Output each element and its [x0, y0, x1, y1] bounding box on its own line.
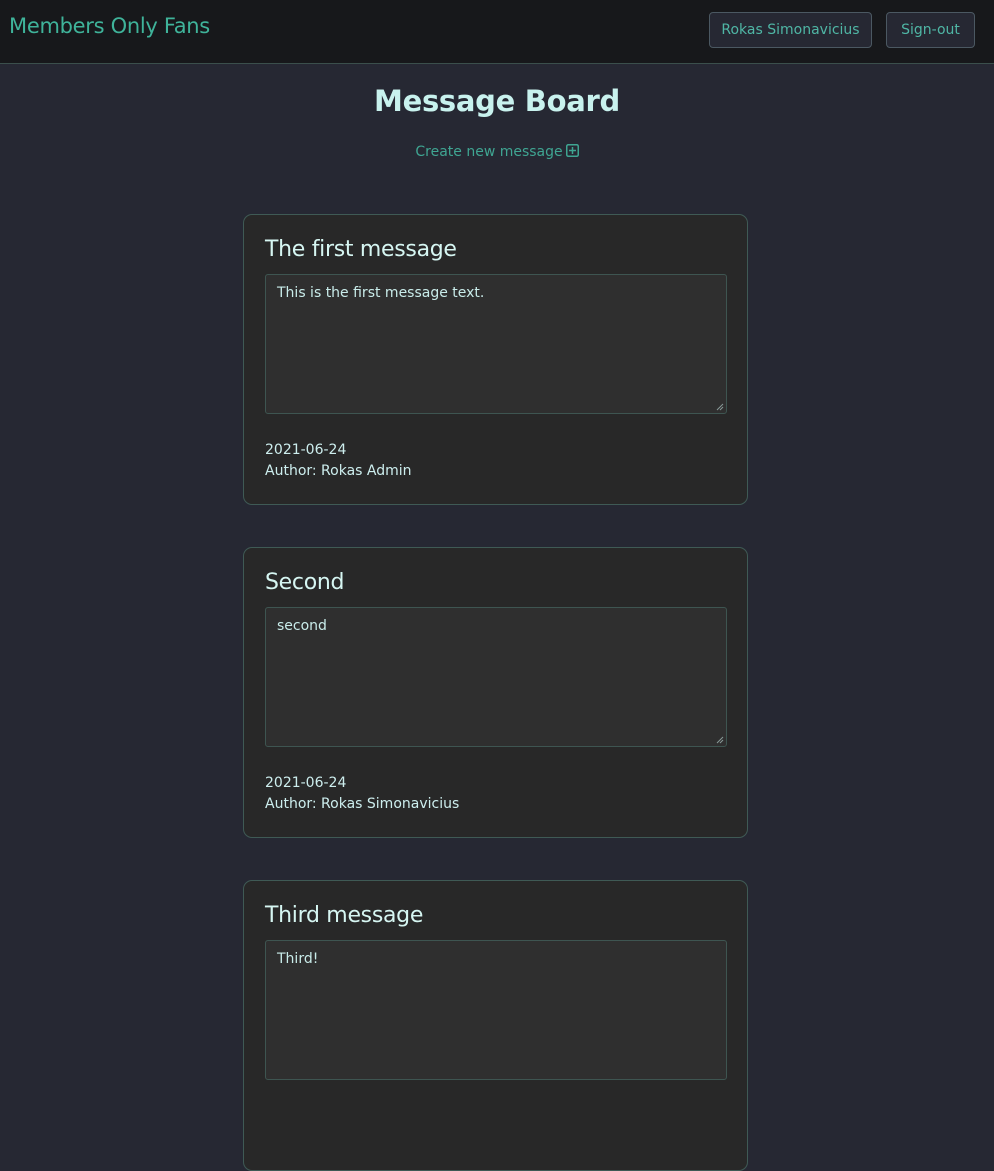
message-date: 2021-06-24: [265, 442, 347, 458]
message-body-text: second: [277, 618, 327, 634]
navbar: Members Only Fans Rokas Simonavicius Sig…: [0, 0, 994, 64]
user-profile-button[interactable]: Rokas Simonavicius: [709, 12, 872, 48]
resize-handle-icon[interactable]: [716, 736, 724, 744]
message-body-textarea[interactable]: Third!: [265, 940, 727, 1080]
message-body-textarea[interactable]: This is the first message text.: [265, 274, 727, 414]
message-author: Author: Rokas Simonavicius: [265, 796, 460, 812]
message-title: The first message: [265, 237, 457, 262]
message-card: Third message Third!: [243, 880, 748, 1171]
plus-square-icon: [565, 144, 579, 157]
message-card: The first message This is the first mess…: [243, 214, 748, 505]
message-author: Author: Rokas Admin: [265, 463, 412, 479]
message-body-textarea[interactable]: second: [265, 607, 727, 747]
resize-handle-icon[interactable]: [716, 403, 724, 411]
brand-logo[interactable]: Members Only Fans: [9, 14, 210, 38]
message-title: Second: [265, 570, 345, 595]
message-title: Third message: [265, 903, 424, 928]
sign-out-button[interactable]: Sign-out: [886, 12, 975, 48]
create-message-label: Create new message: [415, 144, 563, 160]
message-card: Second second 2021-06-24 Author: Rokas S…: [243, 547, 748, 838]
page-title: Message Board: [374, 84, 620, 118]
message-body-text: Third!: [277, 951, 319, 967]
message-body-text: This is the first message text.: [277, 285, 485, 301]
message-date: 2021-06-24: [265, 775, 347, 791]
create-message-link[interactable]: Create new message: [0, 144, 994, 160]
